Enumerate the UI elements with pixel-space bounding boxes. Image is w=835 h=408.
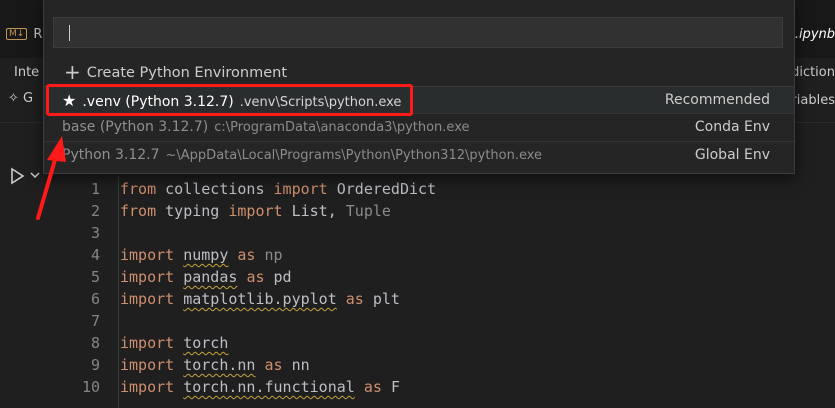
keyword: import	[273, 180, 328, 198]
module-name: collections	[165, 180, 265, 198]
interpreter-badge: Conda Env	[694, 119, 770, 135]
imported-name: List	[291, 202, 328, 220]
keyword: import	[120, 290, 175, 308]
alias: np	[264, 246, 283, 264]
keyword: as	[246, 268, 265, 286]
alias: nn	[291, 356, 310, 374]
line-number: 5	[90, 268, 100, 286]
keyword: import	[120, 356, 175, 374]
interpreter-path: ~\AppData\Local\Programs\Python\Python31…	[165, 148, 543, 163]
keyword: as	[363, 378, 382, 396]
annotation-arrow-icon	[36, 136, 66, 220]
alias: pd	[273, 268, 292, 286]
module-name: numpy	[183, 246, 229, 264]
punctuation: ,	[327, 202, 346, 220]
line-number: 10	[81, 378, 100, 396]
keyword: import	[228, 202, 283, 220]
line-number: 9	[90, 356, 100, 374]
module-name: torch.nn	[183, 356, 256, 374]
interpreter-item-global[interactable]: Python 3.12.7 ~\AppData\Local\Programs\Py…	[44, 142, 794, 169]
keyword: from	[120, 202, 157, 220]
interpreter-badge: Global Env	[694, 147, 770, 163]
module-name: pandas	[183, 268, 238, 286]
keyword: import	[120, 246, 175, 264]
line-number: 7	[90, 312, 100, 330]
code-line: 6 import matplotlib.pyplot as plt	[50, 288, 400, 310]
keyword: import	[120, 378, 175, 396]
module-name: typing	[165, 202, 220, 220]
interpreter-item-label: base (Python 3.12.7) c:\ProgramData\anaco…	[62, 114, 470, 141]
alias: plt	[372, 290, 400, 308]
interpreter-item-label: Python 3.12.7 ~\AppData\Local\Programs\Py…	[62, 142, 542, 169]
imported-name: OrderedDict	[336, 180, 437, 198]
interpreter-path: c:\ProgramData\anaconda3\python.exe	[214, 120, 470, 135]
keyword: import	[120, 268, 175, 286]
code-cell-editor[interactable]: 1 from collections import OrderedDict 2 fr…	[50, 175, 835, 408]
module-name: torch	[183, 334, 229, 352]
keyword: as	[345, 290, 364, 308]
code-line: 5 import pandas as pd	[50, 266, 292, 288]
code-line: 10 import torch.nn.functional as F	[50, 376, 400, 398]
imported-name: Tuple	[345, 202, 391, 220]
module-name: torch.nn.functional	[183, 378, 355, 396]
keyword: from	[120, 180, 157, 198]
line-number: 6	[90, 290, 100, 308]
keyword: as	[237, 246, 256, 264]
alias: F	[390, 378, 400, 396]
code-line: 8 import torch	[50, 332, 228, 354]
line-number: 8	[90, 334, 100, 352]
interpreter-item-conda-base[interactable]: base (Python 3.12.7) c:\ProgramData\anaco…	[44, 114, 794, 141]
interpreter-badge: Recommended	[664, 92, 770, 108]
code-line: 7	[50, 310, 120, 332]
code-line: 9 import torch.nn as nn	[50, 354, 310, 376]
keyword: as	[264, 356, 283, 374]
module-name: matplotlib.pyplot	[183, 290, 337, 308]
quick-pick-search-input[interactable]	[53, 17, 783, 48]
keyword: import	[120, 334, 175, 352]
